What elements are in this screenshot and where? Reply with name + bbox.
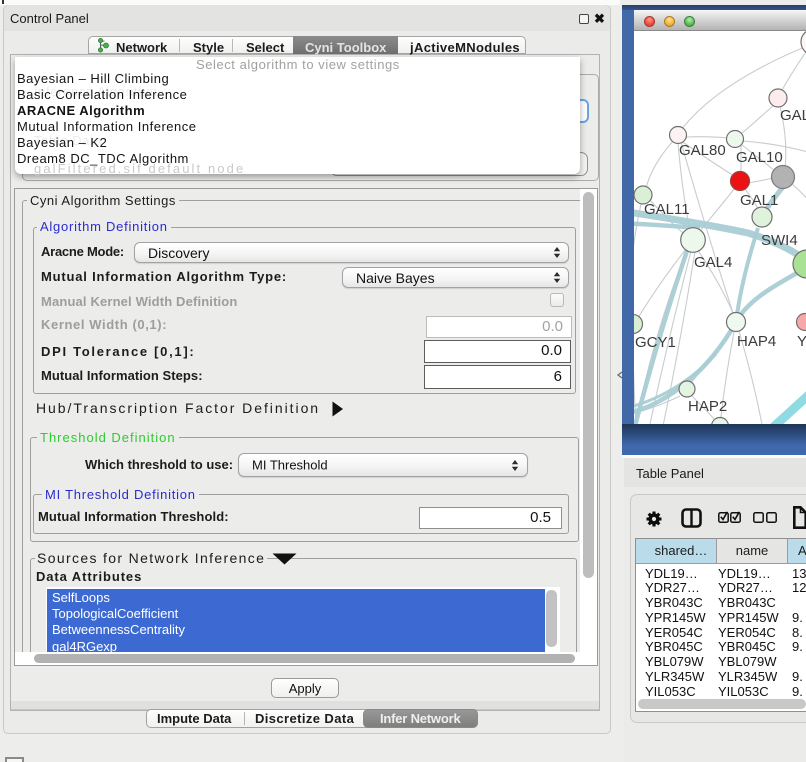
svg-text:GAL4: GAL4: [694, 254, 732, 271]
svg-text:GAL1: GAL1: [740, 192, 778, 209]
svg-text:SWI4: SWI4: [761, 232, 798, 249]
svg-text:GAL11: GAL11: [644, 201, 690, 218]
svg-text:HAP2: HAP2: [688, 398, 727, 415]
svg-text:HAP4: HAP4: [737, 333, 776, 350]
svg-text:GAL7: GAL7: [780, 107, 806, 124]
svg-text:GAL10: GAL10: [736, 149, 783, 166]
svg-text:GCY1: GCY1: [635, 334, 676, 351]
svg-text:YJ: YJ: [797, 333, 806, 350]
svg-text:GAL80: GAL80: [679, 142, 726, 159]
